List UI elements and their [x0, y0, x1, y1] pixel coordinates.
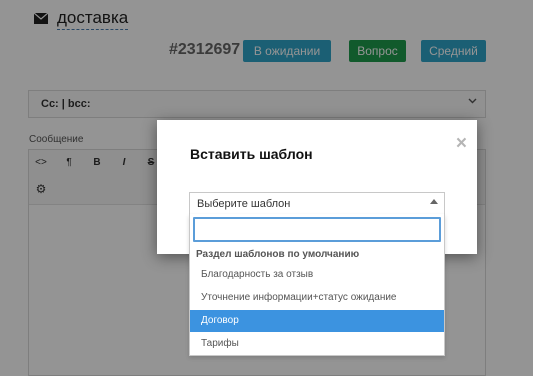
template-group-label: Раздел шаблонов по умолчанию — [196, 249, 360, 260]
template-select-value: Выберите шаблон — [197, 198, 291, 210]
close-icon[interactable]: × — [456, 134, 467, 153]
template-option-highlighted[interactable]: Договор — [190, 310, 444, 332]
modal-title: Вставить шаблон — [190, 146, 313, 162]
template-option[interactable]: Благодарность за отзыв — [190, 264, 444, 286]
template-option[interactable]: Тарифы — [190, 333, 444, 355]
template-dropdown: Раздел шаблонов по умолчанию Благодарнос… — [189, 214, 445, 356]
caret-up-icon — [430, 197, 438, 206]
template-option[interactable]: Уточнение информации+статус ожидание — [190, 287, 444, 309]
template-select[interactable]: Выберите шаблон — [189, 192, 445, 215]
template-search-input[interactable] — [193, 217, 441, 242]
